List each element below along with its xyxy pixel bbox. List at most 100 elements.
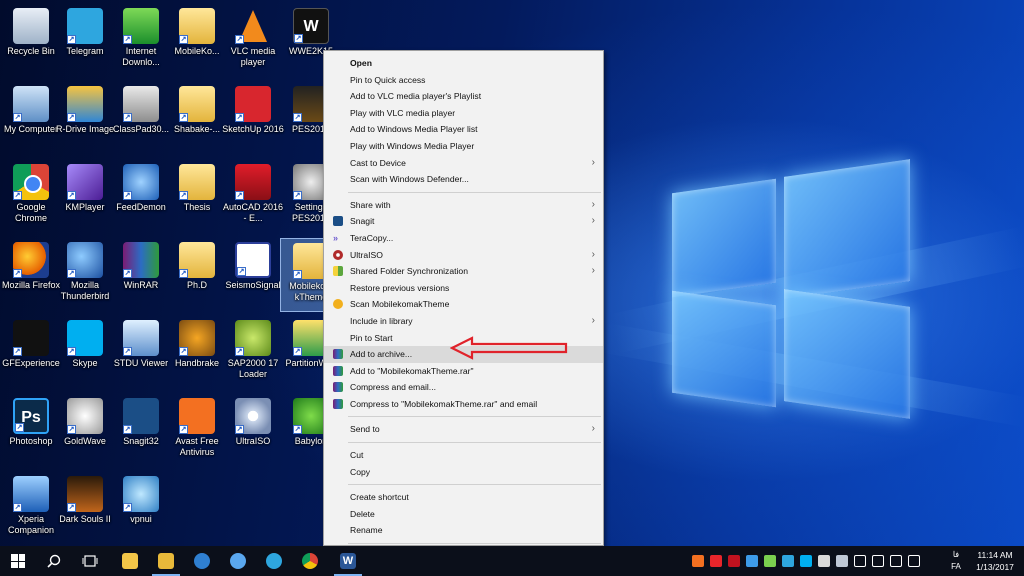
menu-item-play-with-vlc-media-player[interactable]: Play with VLC media player xyxy=(324,105,603,122)
menu-item-cast-to-device[interactable]: Cast to Device › xyxy=(324,155,603,172)
menu-item-restore-previous-versions[interactable]: Restore previous versions xyxy=(324,280,603,297)
ultraiso-icon xyxy=(333,249,343,260)
desktop-icon[interactable]: ↗ SAP2000 17 Loader xyxy=(222,316,284,390)
desktop-icon[interactable]: ↗ AutoCAD 2016 - E... xyxy=(222,160,284,234)
desktop-icon[interactable]: ↗ My Computer xyxy=(0,82,62,156)
menu-item-add-to-mobilekomaktheme-rar[interactable]: Add to "MobilekomakTheme.rar" xyxy=(324,363,603,380)
desktop-icon[interactable]: ↗ Mozilla Firefox xyxy=(0,238,62,312)
telegram-tray-icon[interactable] xyxy=(782,555,794,567)
chrome[interactable] xyxy=(292,546,328,576)
desktop-icon[interactable]: ↗ Handbrake xyxy=(166,316,228,390)
volume-icon[interactable] xyxy=(872,555,884,567)
telegram[interactable] xyxy=(256,546,292,576)
desktop-icon[interactable]: ↗ FeedDemon xyxy=(110,160,172,234)
thunderbird[interactable] xyxy=(184,546,220,576)
task-view-button[interactable] xyxy=(72,546,108,576)
search-button[interactable] xyxy=(36,546,72,576)
menu-item-delete[interactable]: Delete xyxy=(324,506,603,523)
folder[interactable] xyxy=(148,546,184,576)
menu-item-include-in-library[interactable]: Include in library › xyxy=(324,313,603,330)
keyboard-icon[interactable] xyxy=(908,555,920,567)
desktop-icon[interactable]: Recycle Bin xyxy=(0,4,62,78)
desktop-icon[interactable]: ↗ UltraISO xyxy=(222,394,284,468)
shortcut-arrow-icon: ↗ xyxy=(293,113,302,122)
menu-item-pin-to-quick-access[interactable]: Pin to Quick access xyxy=(324,72,603,89)
desktop-icon[interactable]: ↗ Mozilla Thunderbird xyxy=(54,238,116,312)
desktop-icon-label: Mozilla Firefox xyxy=(1,280,60,290)
menu-item-scan-with-windows-defender[interactable]: Scan with Windows Defender... xyxy=(324,171,603,188)
shortcut-arrow-icon: ↗ xyxy=(67,191,76,200)
desktop-icon[interactable]: ↗ Snagit32 xyxy=(110,394,172,468)
desktop-icon[interactable]: ↗ Thesis xyxy=(166,160,228,234)
shortcut-arrow-icon: ↗ xyxy=(179,425,188,434)
antivirus-tray-icon[interactable] xyxy=(710,555,722,567)
shortcut-arrow-icon: ↗ xyxy=(235,113,244,122)
desktop-icon[interactable]: ↗ SeismoSignal xyxy=(222,238,284,312)
desktop-icon[interactable]: Ps ↗ Photoshop xyxy=(0,394,62,468)
menu-separator xyxy=(348,543,601,545)
desktop-icon[interactable]: ↗ Ph.D xyxy=(166,238,228,312)
monitor-tray-icon[interactable] xyxy=(836,555,848,567)
app-tray-icon[interactable] xyxy=(746,555,758,567)
menu-item-compress-to-mobilekomaktheme-rar-and-email[interactable]: Compress to "MobilekomakTheme.rar" and e… xyxy=(324,396,603,413)
desktop-icon[interactable]: ↗ VLC media player xyxy=(222,4,284,78)
desktop-icon[interactable]: ↗ Telegram xyxy=(54,4,116,78)
network-tray-icon[interactable] xyxy=(764,555,776,567)
desktop-icon[interactable]: ↗ GoldWave xyxy=(54,394,116,468)
desktop-icon[interactable]: ↗ R-Drive Image xyxy=(54,82,116,156)
menu-item-scan-mobilekomaktheme[interactable]: Scan MobilekomakTheme xyxy=(324,296,603,313)
winrar-icon xyxy=(333,398,343,409)
menu-item-rename[interactable]: Rename xyxy=(324,522,603,539)
word[interactable]: W xyxy=(330,546,366,576)
menu-item-share-with[interactable]: Share with › xyxy=(324,197,603,214)
desktop-icon[interactable]: ↗ Shabake-... xyxy=(166,82,228,156)
desktop-icon[interactable]: ↗ vpnui xyxy=(110,472,172,546)
system-clock[interactable]: 11:14 AM 1/13/2017 xyxy=(969,549,1021,573)
desktop-icon-label: Dark Souls II xyxy=(59,514,111,524)
menu-item-compress-and-email[interactable]: Compress and email... xyxy=(324,379,603,396)
desktop-icon[interactable]: ↗ Skype xyxy=(54,316,116,390)
menu-item-copy[interactable]: Copy xyxy=(324,464,603,481)
shortcut-arrow-icon: ↗ xyxy=(123,191,132,200)
menu-item-create-shortcut[interactable]: Create shortcut xyxy=(324,489,603,506)
mcafee-tray-icon[interactable] xyxy=(728,555,740,567)
menu-item-send-to[interactable]: Send to › xyxy=(324,421,603,438)
menu-item-shared-folder-synchronization[interactable]: Shared Folder Synchronization › xyxy=(324,263,603,280)
desktop-icon-label: UltraISO xyxy=(235,436,271,446)
menu-item-label: Play with Windows Media Player xyxy=(350,140,475,151)
shortcut-arrow-icon: ↗ xyxy=(123,425,132,434)
start-button[interactable] xyxy=(0,546,36,576)
shortcut-arrow-icon: ↗ xyxy=(293,347,302,356)
menu-item-open[interactable]: Open xyxy=(324,55,603,72)
cloud-tray-icon[interactable] xyxy=(818,555,830,567)
desktop-icon[interactable]: ↗ Xperia Companion xyxy=(0,472,62,546)
desktop-icon[interactable]: ↗ Dark Souls II xyxy=(54,472,116,546)
desktop-icon[interactable]: ↗ KMPlayer xyxy=(54,160,116,234)
menu-item-label: Rename xyxy=(350,525,383,536)
battery-icon[interactable] xyxy=(890,555,902,567)
desktop-icon[interactable]: ↗ Avast Free Antivirus xyxy=(166,394,228,468)
desktop-icon[interactable]: ↗ STDU Viewer xyxy=(110,316,172,390)
input-language-indicator[interactable]: فا FA xyxy=(948,549,964,573)
menu-item-add-to-vlc-media-player-s-playlist[interactable]: Add to VLC media player's Playlist xyxy=(324,88,603,105)
avast-tray-icon[interactable] xyxy=(692,555,704,567)
desktop-icon[interactable]: ↗ Internet Downlo... xyxy=(110,4,172,78)
menu-item-play-with-windows-media-player[interactable]: Play with Windows Media Player xyxy=(324,138,603,155)
skype-tray-icon[interactable] xyxy=(800,555,812,567)
desktop-icon[interactable]: ↗ SketchUp 2016 xyxy=(222,82,284,156)
desktop-icon[interactable]: ↗ WinRAR xyxy=(110,238,172,312)
feeddemon[interactable] xyxy=(220,546,256,576)
menu-item-add-to-windows-media-player-list[interactable]: Add to Windows Media Player list xyxy=(324,121,603,138)
desktop-icon[interactable]: ↗ ClassPad30... xyxy=(110,82,172,156)
menu-item-snagit[interactable]: Snagit › xyxy=(324,213,603,230)
wifi-icon[interactable] xyxy=(854,555,866,567)
recycle-bin-icon xyxy=(13,8,49,44)
desktop-icon[interactable]: ↗ GFExperience xyxy=(0,316,62,390)
menu-item-cut[interactable]: Cut xyxy=(324,447,603,464)
menu-item-teracopy[interactable]: » TeraCopy... xyxy=(324,230,603,247)
file-explorer[interactable] xyxy=(112,546,148,576)
desktop-icon[interactable]: ↗ MobileKo... xyxy=(166,4,228,78)
handbrake-icon: ↗ xyxy=(179,320,215,356)
menu-item-ultraiso[interactable]: UltraISO › xyxy=(324,247,603,264)
desktop-icon[interactable]: ↗ Google Chrome xyxy=(0,160,62,234)
